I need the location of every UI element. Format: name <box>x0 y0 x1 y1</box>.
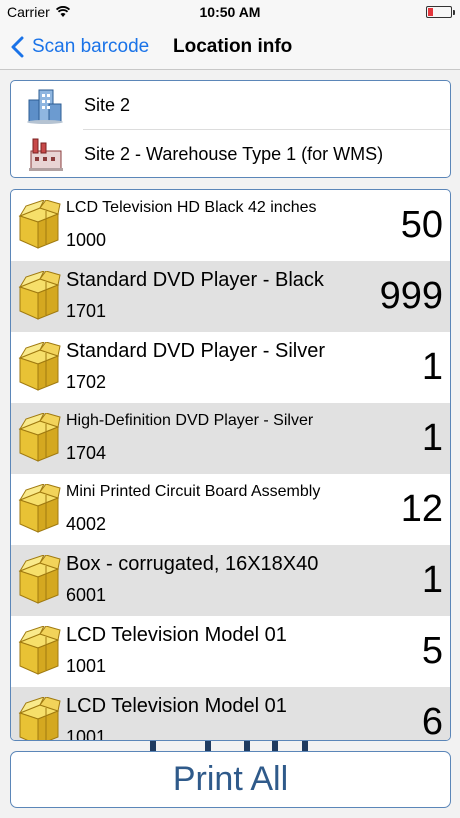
item-code: 1001 <box>66 656 107 676</box>
location-card: Site 2 Site 2 - Warehouse Type 1 (for WM… <box>10 80 451 178</box>
warehouse-name: Site 2 - Warehouse Type 1 (for WMS) <box>84 144 384 164</box>
item-name: Standard DVD Player - Silver <box>66 340 325 362</box>
location-site-row[interactable]: Site 2 <box>11 81 450 130</box>
building-icon <box>27 89 63 124</box>
item-name: LCD Television Model 01 <box>66 624 287 646</box>
item-code: 1702 <box>66 372 107 392</box>
item-code: 1701 <box>66 301 107 321</box>
barcode-strip <box>302 741 308 751</box>
item-name: Standard DVD Player - Black <box>66 269 324 291</box>
status-bar: Carrier 10:50 AM <box>0 0 460 24</box>
chevron-left-icon <box>11 36 24 58</box>
barcode-strip <box>150 741 156 751</box>
list-item[interactable]: High-Definition DVD Player - Silver 1704… <box>11 403 450 474</box>
box-icon <box>19 413 61 462</box>
item-code: 1704 <box>66 443 107 463</box>
box-icon <box>19 271 61 320</box>
location-warehouse-row[interactable]: Site 2 - Warehouse Type 1 (for WMS) <box>11 130 450 177</box>
list-item[interactable]: LCD Television Model 01 1001 5 <box>11 616 450 687</box>
list-item[interactable]: Mini Printed Circuit Board Assembly 4002… <box>11 474 450 545</box>
inventory-list[interactable]: LCD Television HD Black 42 inches 1000 5… <box>10 189 451 741</box>
status-time: 10:50 AM <box>199 4 261 20</box>
back-button-label: Scan barcode <box>32 36 150 57</box>
item-name: High-Definition DVD Player - Silver <box>66 412 314 429</box>
battery-level <box>428 8 433 16</box>
list-item[interactable]: Standard DVD Player - Silver 1702 1 <box>11 332 450 403</box>
barcode-strip <box>205 741 211 751</box>
item-quantity: 12 <box>400 488 443 530</box>
list-item[interactable]: Box - corrugated, 16X18X40 6001 1 <box>11 545 450 616</box>
item-quantity: 5 <box>421 630 443 672</box>
site-name: Site 2 <box>84 95 131 115</box>
back-button[interactable]: Scan barcode <box>10 24 149 70</box>
item-name: Mini Printed Circuit Board Assembly <box>66 483 321 500</box>
item-quantity: 1 <box>421 417 443 459</box>
item-code: 4002 <box>66 514 107 534</box>
box-icon <box>19 626 61 675</box>
battery-icon <box>426 6 455 18</box>
barcode-strip <box>272 741 278 751</box>
item-code: 1000 <box>66 230 107 250</box>
list-item[interactable]: LCD Television Model 01 1001 6 <box>11 687 450 741</box>
barcode-strip <box>244 741 250 751</box>
navigation-bar: Scan barcode Location info <box>0 24 460 70</box>
item-quantity: 999 <box>379 275 443 317</box>
item-code: 6001 <box>66 585 107 605</box>
page-title: Location info <box>173 36 293 57</box>
item-name: LCD Television HD Black 42 inches <box>66 199 317 216</box>
list-item[interactable]: Standard DVD Player - Black 1701 999 <box>11 261 450 332</box>
print-all-button[interactable]: Print All <box>10 751 451 808</box>
item-quantity: 1 <box>421 346 443 388</box>
factory-icon <box>29 138 63 171</box>
box-icon <box>19 697 61 740</box>
box-icon <box>19 484 61 533</box>
item-quantity: 6 <box>421 701 443 741</box>
item-name: LCD Television Model 01 <box>66 695 287 717</box>
box-icon <box>19 342 61 391</box>
item-code: 1001 <box>66 727 107 741</box>
item-quantity: 50 <box>400 204 443 246</box>
box-icon <box>19 555 61 604</box>
box-icon <box>19 200 61 249</box>
item-name: Box - corrugated, 16X18X40 <box>66 553 319 575</box>
list-item[interactable]: LCD Television HD Black 42 inches 1000 5… <box>11 190 450 261</box>
item-quantity: 1 <box>421 559 443 601</box>
